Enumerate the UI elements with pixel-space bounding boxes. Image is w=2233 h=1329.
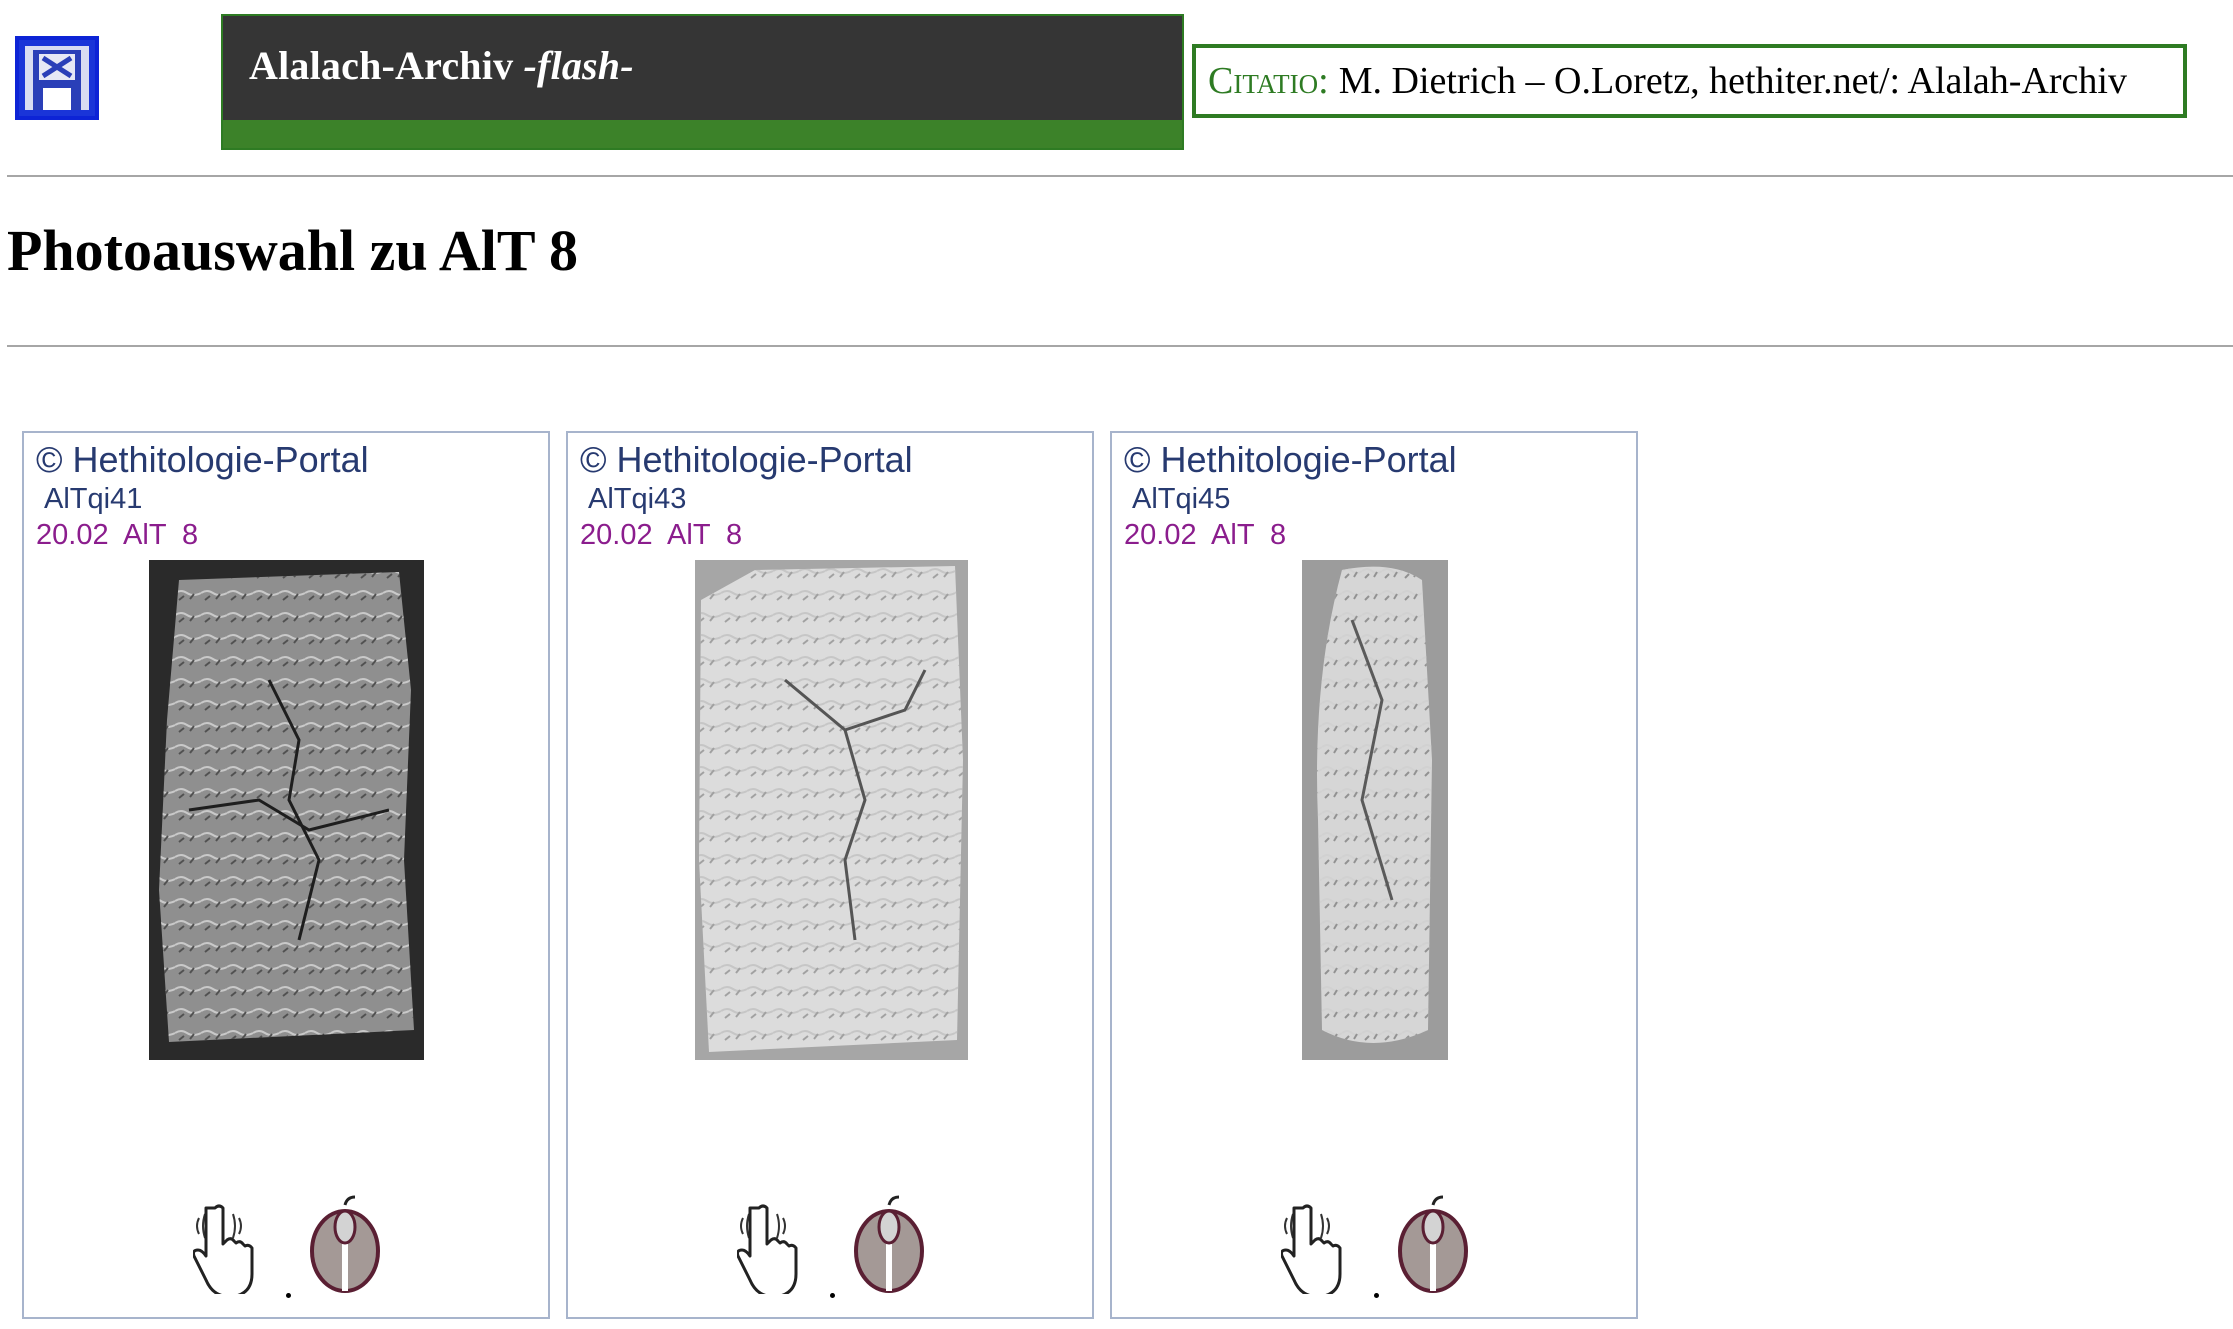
- divider-top: [7, 175, 2233, 177]
- banner-title-main: Alalach-Archiv: [249, 43, 514, 88]
- card-copyright: © Hethitologie-Portal: [580, 439, 913, 480]
- citation-box: Citatio: M. Dietrich – O.Loretz, hethite…: [1192, 44, 2187, 118]
- card-dot: [830, 1293, 835, 1298]
- home-gate-icon[interactable]: [15, 36, 99, 120]
- banner-green-strip: [223, 120, 1182, 148]
- tablet-photo[interactable]: [695, 560, 968, 1060]
- card-reference: 20.02 AlT 8: [36, 519, 199, 551]
- photo-card: © Hethitologie-Portal AlTqi41 20.02 AlT …: [22, 431, 550, 1319]
- banner-title: Alalach-Archiv -flash-: [249, 42, 634, 89]
- mouse-icon[interactable]: [1397, 1195, 1469, 1293]
- page-title: Photoauswahl zu AlT 8: [7, 218, 579, 283]
- citation-label: Citatio:: [1208, 60, 1329, 102]
- site-banner: Alalach-Archiv -flash-: [221, 14, 1184, 150]
- banner-title-flash: -flash-: [523, 43, 634, 88]
- photo-card: © Hethitologie-Portal AlTqi45 20.02 AlT …: [1110, 431, 1638, 1319]
- touch-hand-icon[interactable]: [736, 1198, 807, 1298]
- card-reference: 20.02 AlT 8: [580, 519, 743, 551]
- card-dot: [1374, 1293, 1379, 1298]
- card-photo-id: AlTqi45: [1132, 483, 1231, 515]
- tablet-photo[interactable]: [1302, 560, 1448, 1060]
- card-reference: 20.02 AlT 8: [1124, 519, 1287, 551]
- touch-hand-icon[interactable]: [1280, 1198, 1351, 1298]
- tablet-photo[interactable]: [149, 560, 424, 1060]
- card-photo-id: AlTqi43: [588, 483, 687, 515]
- photo-card: © Hethitologie-Portal AlTqi43 20.02 AlT …: [566, 431, 1094, 1319]
- card-photo-id: AlTqi41: [44, 483, 143, 515]
- card-copyright: © Hethitologie-Portal: [36, 439, 369, 480]
- card-copyright: © Hethitologie-Portal: [1124, 439, 1457, 480]
- card-dot: [286, 1293, 291, 1298]
- touch-hand-icon[interactable]: [192, 1198, 263, 1298]
- mouse-icon[interactable]: [309, 1195, 381, 1293]
- citation-text: M. Dietrich – O.Loretz, hethiter.net/: A…: [1338, 60, 2127, 102]
- divider-bottom: [7, 345, 2233, 347]
- mouse-icon[interactable]: [853, 1195, 925, 1293]
